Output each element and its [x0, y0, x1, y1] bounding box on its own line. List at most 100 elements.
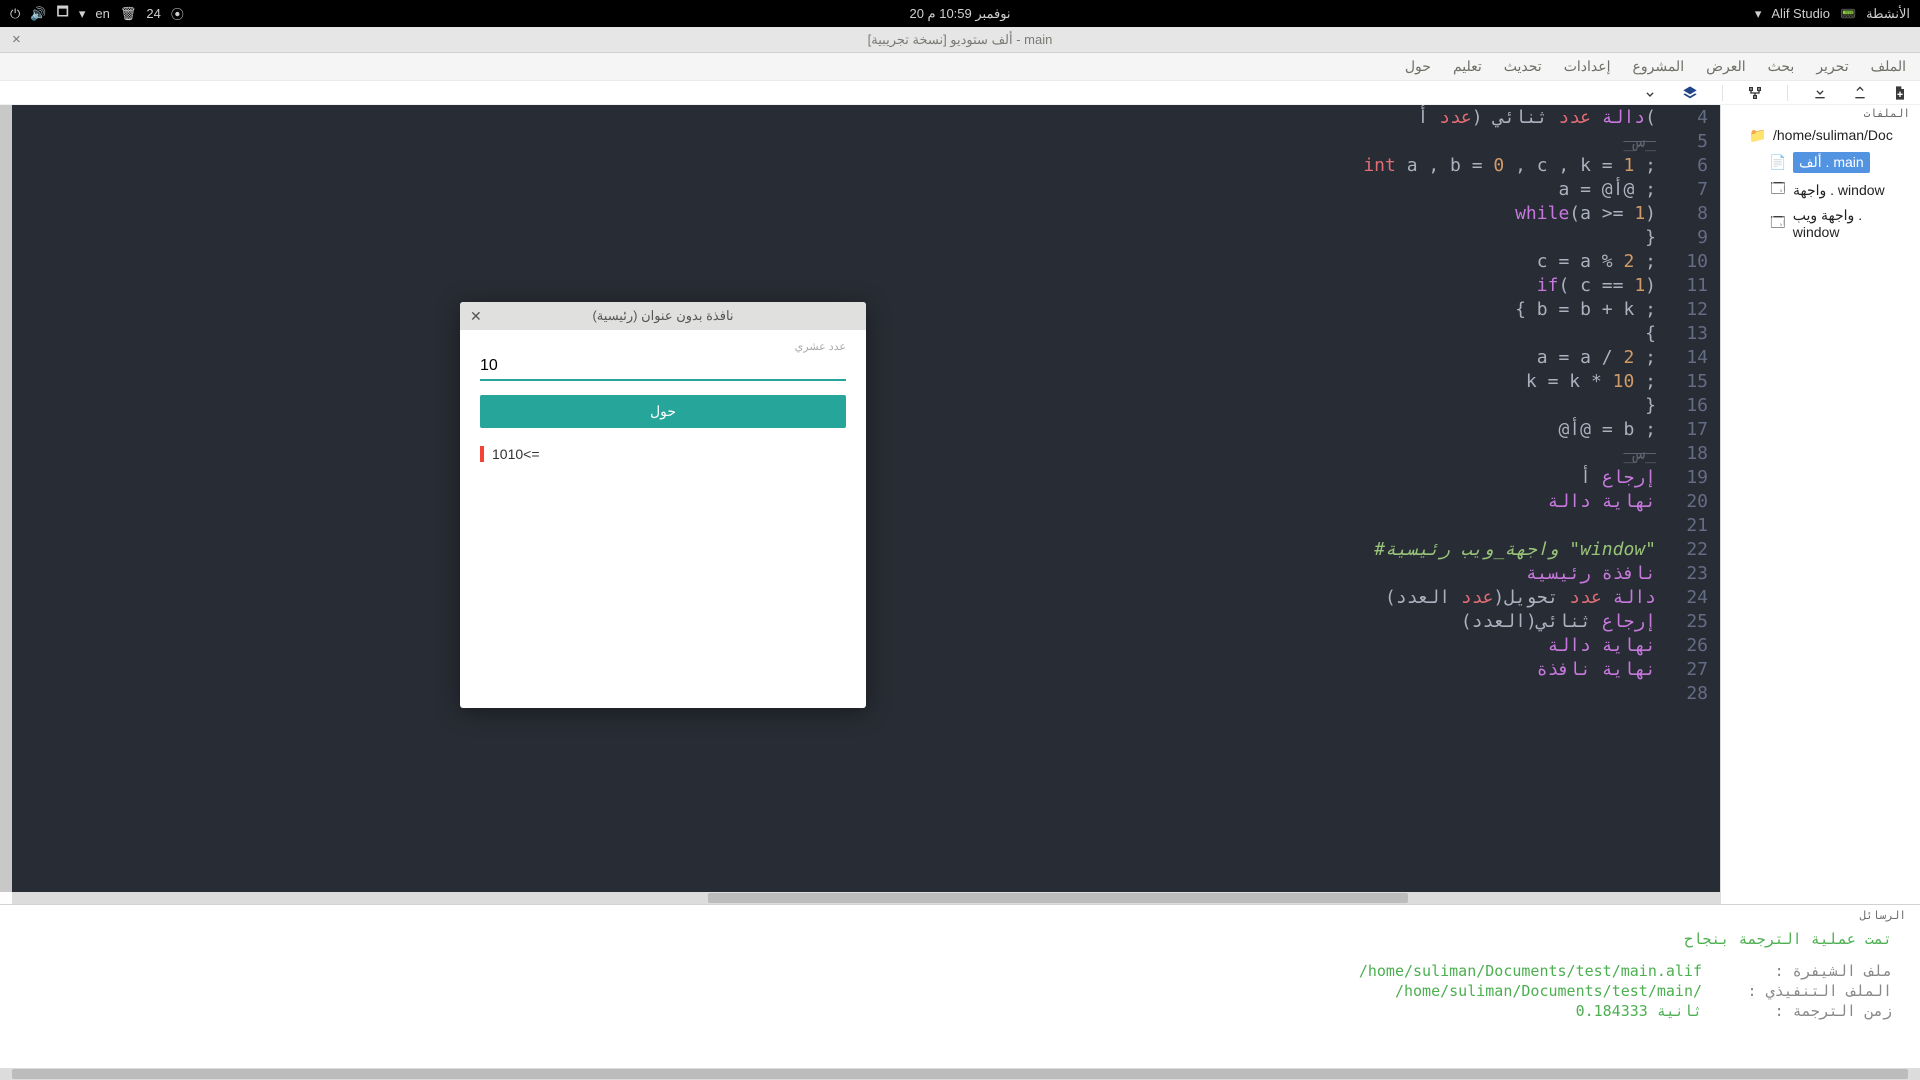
chevron-down-icon[interactable]: ▾ — [79, 6, 86, 22]
download-arrow-icon[interactable] — [1642, 85, 1658, 101]
code-line[interactable]: while(a >= 1)8 — [12, 201, 1720, 225]
code-line[interactable]: }16 — [12, 393, 1720, 417]
code-content[interactable]: while(a >= 1) — [12, 203, 1672, 224]
line-number: 24 — [1672, 587, 1720, 608]
code-line[interactable]: c = a % 2 ;10 — [12, 249, 1720, 273]
code-content[interactable]: int a , b = 0 , c , k = 1 ; — [12, 155, 1672, 176]
code-content[interactable]: a = @أ@ ; — [12, 179, 1672, 200]
code-content[interactable]: _س_ — [12, 131, 1672, 152]
code-line[interactable]: نهاية نافذة27 — [12, 657, 1720, 681]
file-tree-root[interactable]: 📁 /home/suliman/Doc — [1721, 122, 1920, 148]
menu-project[interactable]: المشروع — [1633, 58, 1685, 75]
file-item-window-web[interactable]: 🗔 واجهة ويب . window — [1721, 203, 1920, 244]
battery-icon[interactable]: 🗖 — [56, 3, 68, 25]
code-line[interactable]: {13 — [12, 321, 1720, 345]
file-panel: الملفات 📁 /home/suliman/Doc 📄 ألف . main… — [1720, 105, 1920, 904]
menu-file[interactable]: الملف — [1871, 58, 1906, 75]
code-line[interactable]: دالة عدد تحويل(عدد العدد)24 — [12, 585, 1720, 609]
code-line[interactable]: _س_18 — [12, 441, 1720, 465]
code-line[interactable]: نهاية دالة20 — [12, 489, 1720, 513]
file-panel-title: الملفات — [1721, 105, 1920, 122]
code-line[interactable]: a = a / 2 ;14 — [12, 345, 1720, 369]
line-number: 27 — [1672, 659, 1720, 680]
decimal-input[interactable] — [480, 353, 846, 381]
volume-icon[interactable]: 🔊 — [30, 6, 46, 22]
line-number: 9 — [1672, 227, 1720, 248]
file-item-window-ui[interactable]: 🗔 واجهة . window — [1721, 177, 1920, 203]
code-line[interactable]: @أ@ = b ;17 — [12, 417, 1720, 441]
line-number: 5 — [1672, 131, 1720, 152]
code-content[interactable]: c = a % 2 ; — [12, 251, 1672, 272]
new-file-icon[interactable] — [1892, 85, 1908, 101]
msg-row: /home/suliman/Documents/test/main/: المل… — [28, 982, 1892, 1000]
menu-search[interactable]: بحث — [1768, 58, 1795, 75]
lang-indicator[interactable]: en — [95, 6, 109, 21]
power-icon[interactable]: ⏻ — [10, 6, 20, 22]
line-number: 10 — [1672, 251, 1720, 272]
line-number: 25 — [1672, 611, 1720, 632]
code-line[interactable]: نهاية دالة26 — [12, 633, 1720, 657]
file-item-main[interactable]: 📄 ألف . main — [1721, 148, 1920, 177]
msg-row: /home/suliman/Documents/test/main.alif: … — [28, 962, 1892, 980]
scrollbar-thumb[interactable] — [12, 1069, 1908, 1079]
code-content[interactable]: if( c == 1) — [12, 275, 1672, 296]
popup-header[interactable]: ✕ (رئيسية) نافذة بدون عنوان — [460, 302, 866, 330]
layers-icon[interactable] — [1682, 85, 1698, 101]
app-indicator[interactable]: Alif Studio — [1771, 6, 1830, 21]
menu-edit[interactable]: تحرير — [1816, 58, 1848, 75]
code-line[interactable]: if( c == 1)11 — [12, 273, 1720, 297]
window-titlebar: × ألف ستوديو [نسخة تجريبية] - main — [0, 27, 1920, 53]
menu-learn[interactable]: تعليم — [1453, 58, 1482, 75]
code-line[interactable]: إرجاع أ19 — [12, 465, 1720, 489]
code-line[interactable]: #واجهة_ويب رئيسية "window"22 — [12, 537, 1720, 561]
notif-count[interactable]: 24 — [146, 6, 160, 21]
code-line[interactable]: k = k * 10 ;15 — [12, 369, 1720, 393]
line-number: 20 — [1672, 491, 1720, 512]
bin-icon[interactable]: 🗑 — [120, 6, 137, 22]
code-content[interactable]: } — [12, 227, 1672, 248]
code-line[interactable]: نافذة رئيسية23 — [12, 561, 1720, 585]
file-item-label: واجهة . window — [1793, 182, 1885, 199]
import-icon[interactable] — [1812, 85, 1828, 101]
code-line[interactable]: إرجاع ثنائي(العدد)25 — [12, 609, 1720, 633]
file-item-label: ألف . main — [1793, 152, 1870, 173]
messages-hscroll[interactable] — [0, 1068, 1920, 1080]
sysbar-right: ▾ Alif Studio 📟 الأنشطة — [1755, 6, 1910, 22]
code-line[interactable]: 28 — [12, 681, 1720, 705]
build-success: تمت عملية الترجمة بنجاح — [28, 930, 1892, 948]
code-content[interactable]: دالة عدد ثنائي (عدد أ( — [12, 107, 1672, 128]
convert-button[interactable]: حول — [480, 395, 846, 428]
file-tree-root-path: /home/suliman/Doc — [1773, 127, 1893, 143]
line-number: 18 — [1672, 443, 1720, 464]
app-icon: 📟 — [1840, 6, 1856, 22]
menu-update[interactable]: تحديث — [1504, 58, 1542, 75]
line-number: 26 — [1672, 635, 1720, 656]
window-close-icon[interactable]: × — [12, 32, 21, 47]
code-line[interactable]: int a , b = 0 , c , k = 1 ;6 — [12, 153, 1720, 177]
editor-hscroll[interactable] — [12, 892, 1720, 904]
export-icon[interactable] — [1852, 85, 1868, 101]
editor-vscroll[interactable] — [0, 105, 12, 892]
menu-view[interactable]: العرض — [1706, 58, 1746, 75]
toolbar-separator — [1722, 85, 1723, 101]
chevron-down-icon[interactable]: ▾ — [1755, 6, 1762, 22]
menu-about[interactable]: حول — [1405, 58, 1431, 75]
scrollbar-thumb[interactable] — [708, 893, 1408, 903]
tree-icon[interactable] — [1747, 85, 1763, 101]
code-line[interactable]: دالة عدد ثنائي (عدد أ(4 — [12, 105, 1720, 129]
line-number: 19 — [1672, 467, 1720, 488]
code-line[interactable]: }9 — [12, 225, 1720, 249]
code-line[interactable]: a = @أ@ ;7 — [12, 177, 1720, 201]
menu-settings[interactable]: إعدادات — [1564, 58, 1611, 75]
code-line[interactable]: _س_5 — [12, 129, 1720, 153]
code-line[interactable]: { b = b + k ;12 — [12, 297, 1720, 321]
close-icon[interactable]: ✕ — [470, 308, 482, 325]
activities-button[interactable]: الأنشطة — [1866, 6, 1910, 22]
system-top-bar: ⏻ 🔊 🗖 ▾ en 🗑 24 ⦿ 20 نوفمبر 10:59 م ▾ Al… — [0, 0, 1920, 27]
result-text: 1010<= — [480, 446, 846, 462]
toolbar-separator — [1787, 85, 1788, 101]
line-number: 12 — [1672, 299, 1720, 320]
status-icon: ⦿ — [171, 4, 184, 23]
line-number: 21 — [1672, 515, 1720, 536]
code-line[interactable]: 21 — [12, 513, 1720, 537]
